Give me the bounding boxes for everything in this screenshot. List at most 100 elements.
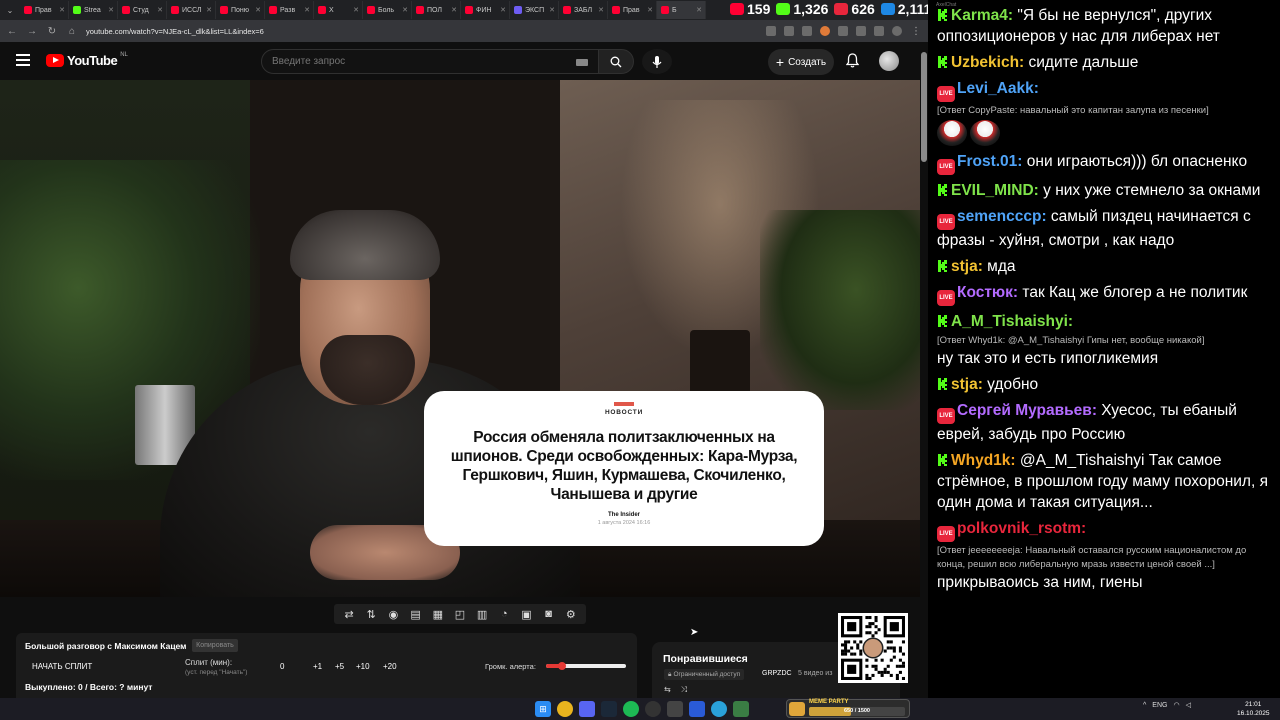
extensions-puzzle-icon[interactable] bbox=[856, 26, 866, 36]
video-player[interactable]: НОВОСТИ Россия обменяла политзаключенных… bbox=[0, 80, 920, 597]
tab-close-icon[interactable]: ✕ bbox=[549, 6, 555, 14]
language-indicator[interactable]: ENG bbox=[1152, 702, 1167, 709]
browser-menu-icon[interactable]: ⋮ bbox=[910, 26, 922, 37]
browser-tab[interactable]: ИССЛ ✕ bbox=[167, 1, 216, 19]
download-icon[interactable] bbox=[874, 26, 884, 36]
chat-author[interactable]: semencccp: bbox=[957, 208, 1047, 225]
spotify-icon[interactable] bbox=[623, 701, 639, 717]
chat-author[interactable]: stja: bbox=[951, 376, 983, 393]
start-split-button[interactable]: НАЧАТЬ СПЛИТ bbox=[32, 662, 92, 671]
page-scrollbar[interactable] bbox=[920, 42, 928, 698]
notifications-button[interactable] bbox=[845, 53, 860, 73]
browser-tab[interactable]: ЭКСП ✕ bbox=[510, 1, 559, 19]
create-button[interactable]: + Создать bbox=[768, 49, 834, 75]
browser-tab[interactable]: Б ✕ bbox=[657, 1, 706, 19]
image-add-icon[interactable]: ▣ bbox=[518, 607, 534, 621]
forward-icon[interactable]: → bbox=[26, 26, 38, 37]
browser-tab[interactable]: Разв ✕ bbox=[265, 1, 314, 19]
chat-author[interactable]: A_M_Tishaishyi: bbox=[951, 313, 1073, 330]
app-icon[interactable] bbox=[667, 701, 683, 717]
chat-author[interactable]: Костюк: bbox=[957, 284, 1018, 301]
add-20-button[interactable]: +20 bbox=[383, 662, 397, 671]
bookmark-star-icon[interactable] bbox=[802, 26, 812, 36]
search-button[interactable] bbox=[598, 49, 634, 74]
app-icon[interactable] bbox=[733, 701, 749, 717]
browser-tab[interactable]: ПОЛ ✕ bbox=[412, 1, 461, 19]
picture-in-picture-icon[interactable]: ◰ bbox=[452, 607, 468, 621]
menu-icon[interactable] bbox=[16, 54, 30, 66]
tab-close-icon[interactable]: ✕ bbox=[696, 6, 702, 14]
install-icon[interactable] bbox=[766, 26, 776, 36]
profile-icon[interactable] bbox=[892, 26, 902, 36]
chat-author[interactable]: Uzbekich: bbox=[951, 54, 1024, 71]
browser-tab[interactable]: Боль ✕ bbox=[363, 1, 412, 19]
youtube-logo[interactable]: YouTube NL bbox=[46, 52, 128, 68]
tab-close-icon[interactable]: ✕ bbox=[255, 6, 261, 14]
system-clock[interactable]: 21:01 16.10.2025 bbox=[1237, 700, 1270, 718]
chat-author[interactable]: Сергей Муравьев: bbox=[957, 402, 1097, 419]
tray-chevron-icon[interactable]: ^ bbox=[1143, 702, 1146, 709]
chat-author[interactable]: Levi_Aakk: bbox=[957, 80, 1039, 97]
camera-icon[interactable]: ◙ bbox=[541, 607, 557, 621]
chat-author[interactable]: Frost.01: bbox=[957, 153, 1022, 170]
chat-author[interactable]: Whyd1k: bbox=[951, 452, 1016, 469]
tab-close-icon[interactable]: ✕ bbox=[647, 6, 653, 14]
tab-close-icon[interactable]: ✕ bbox=[500, 6, 506, 14]
browser-tab[interactable]: Поню ✕ bbox=[216, 1, 265, 19]
voice-search-button[interactable] bbox=[642, 49, 672, 74]
windows-start-icon[interactable]: ⊞ bbox=[535, 701, 551, 717]
audio-wave-icon[interactable]: ◉ bbox=[385, 607, 401, 621]
search-input[interactable] bbox=[272, 56, 572, 67]
obs-icon[interactable] bbox=[645, 701, 661, 717]
tab-close-icon[interactable]: ✕ bbox=[304, 6, 310, 14]
copy-button[interactable]: Копировать bbox=[192, 639, 238, 652]
browser-tab[interactable]: Студ ✕ bbox=[118, 1, 167, 19]
search-box[interactable] bbox=[261, 49, 599, 74]
back-icon[interactable]: ← bbox=[6, 26, 18, 37]
alert-volume-slider[interactable] bbox=[546, 662, 626, 670]
account-avatar[interactable] bbox=[879, 51, 899, 71]
chat-author[interactable]: stja: bbox=[951, 258, 983, 275]
settings-gear-icon[interactable]: ⚙ bbox=[563, 607, 579, 621]
loop-icon[interactable]: ⇄ bbox=[341, 607, 357, 621]
browser-tab[interactable]: Strea ✕ bbox=[69, 1, 118, 19]
home-icon[interactable]: ⌂ bbox=[66, 26, 78, 37]
wifi-icon[interactable]: ◠ bbox=[1173, 701, 1179, 709]
playlist-title[interactable]: Понравившиеся bbox=[663, 653, 748, 665]
tab-search-icon[interactable]: ⌄ bbox=[0, 0, 20, 20]
tab-close-icon[interactable]: ✕ bbox=[108, 6, 114, 14]
media-player-icon[interactable] bbox=[689, 701, 705, 717]
scrollbar-thumb[interactable] bbox=[921, 52, 927, 162]
tab-close-icon[interactable]: ✕ bbox=[402, 6, 408, 14]
chat-author[interactable]: EVIL_MIND: bbox=[951, 182, 1039, 199]
telegram-icon[interactable] bbox=[711, 701, 727, 717]
film-strip-icon[interactable]: ▥ bbox=[474, 607, 490, 621]
url-field[interactable]: youtube.com/watch?v=NJEa-cL_dlk&list=LL&… bbox=[86, 27, 758, 36]
discord-icon[interactable] bbox=[579, 701, 595, 717]
tab-close-icon[interactable]: ✕ bbox=[59, 6, 65, 14]
keyboard-icon[interactable] bbox=[576, 59, 588, 66]
zoom-icon[interactable] bbox=[784, 26, 794, 36]
browser-tab[interactable]: Прав ✕ bbox=[608, 1, 657, 19]
steam-icon[interactable] bbox=[601, 701, 617, 717]
speedometer-icon[interactable]: ◔ bbox=[496, 607, 512, 621]
split-minutes-value[interactable]: 0 bbox=[280, 662, 284, 671]
add-5-button[interactable]: +5 bbox=[335, 662, 344, 671]
volume-icon[interactable]: ◁ bbox=[1186, 701, 1191, 709]
shuffle-icon[interactable]: ⤨ bbox=[681, 685, 687, 695]
alert-volume-knob[interactable] bbox=[558, 662, 566, 670]
tab-close-icon[interactable]: ✕ bbox=[353, 6, 359, 14]
browser-tab[interactable]: Прав ✕ bbox=[20, 1, 69, 19]
chrome-icon[interactable] bbox=[557, 701, 573, 717]
extension-icon[interactable] bbox=[820, 26, 830, 36]
cinema-icon[interactable]: ▤ bbox=[408, 607, 424, 621]
tab-close-icon[interactable]: ✕ bbox=[451, 6, 457, 14]
tab-close-icon[interactable]: ✕ bbox=[206, 6, 212, 14]
browser-tab[interactable]: Х ✕ bbox=[314, 1, 363, 19]
browser-tab[interactable]: ЗАБЛ ✕ bbox=[559, 1, 608, 19]
extension-icon[interactable] bbox=[838, 26, 848, 36]
sort-icon[interactable]: ⇅ bbox=[363, 607, 379, 621]
repeat-icon[interactable]: ⇆ bbox=[664, 685, 671, 695]
tab-close-icon[interactable]: ✕ bbox=[157, 6, 163, 14]
add-1-button[interactable]: +1 bbox=[313, 662, 322, 671]
